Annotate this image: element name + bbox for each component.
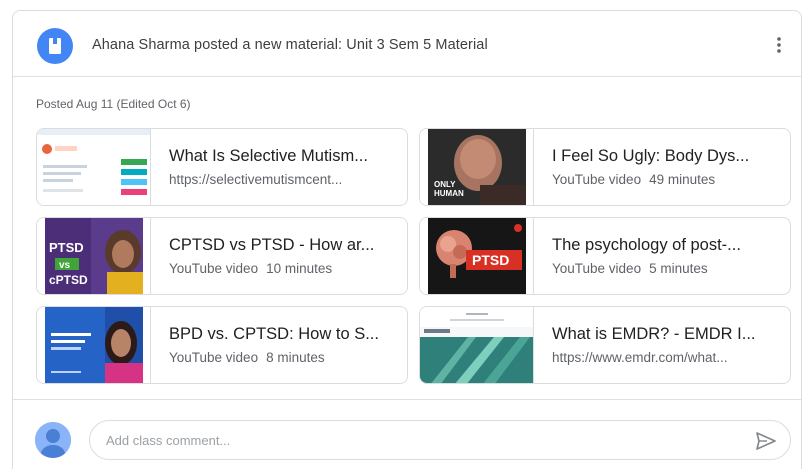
attachment-subtitle: https://selectivemutismcent... bbox=[169, 172, 343, 187]
attachment-title: What is EMDR? - EMDR I... bbox=[552, 325, 756, 343]
attachment-card[interactable]: What Is Selective Mutism... https://sele… bbox=[36, 128, 408, 206]
svg-text:ONLY: ONLY bbox=[434, 180, 456, 189]
attachment-subtitle: YouTube video 8 minutes bbox=[169, 350, 325, 365]
comment-footer bbox=[13, 399, 801, 469]
comment-box bbox=[89, 420, 791, 460]
website-thumbnail-icon bbox=[420, 307, 533, 383]
attachment-title: BPD vs. CPTSD: How to S... bbox=[169, 325, 379, 343]
attachment-title: The psychology of post-... bbox=[552, 236, 741, 254]
svg-text:cPTSD: cPTSD bbox=[49, 273, 88, 287]
posted-date: Posted Aug 11 (Edited Oct 6) bbox=[36, 97, 191, 111]
send-icon[interactable] bbox=[754, 429, 778, 453]
attachment-card[interactable]: What is EMDR? - EMDR I... https://www.em… bbox=[419, 306, 791, 384]
post-header-title: Ahana Sharma posted a new material: Unit… bbox=[92, 37, 488, 53]
video-thumbnail-icon: ONLY HUMAN bbox=[420, 129, 533, 205]
attachment-subtitle: YouTube video 5 minutes bbox=[552, 261, 708, 276]
material-icon bbox=[37, 28, 73, 64]
website-thumbnail-icon bbox=[37, 129, 150, 205]
more-vert-icon[interactable] bbox=[767, 31, 791, 59]
attachment-title: I Feel So Ugly: Body Dys... bbox=[552, 147, 750, 165]
material-post-card: Ahana Sharma posted a new material: Unit… bbox=[12, 10, 802, 469]
video-thumbnail-icon bbox=[45, 307, 143, 383]
avatar-icon bbox=[35, 422, 71, 458]
attachment-thumbnail: ONLY HUMAN bbox=[420, 129, 534, 205]
attachment-thumbnail bbox=[37, 129, 151, 205]
attachment-thumbnail: PTSD bbox=[420, 218, 534, 294]
svg-text:PTSD: PTSD bbox=[49, 240, 84, 255]
attachment-thumbnail: PTSD vs cPTSD bbox=[37, 218, 151, 294]
svg-text:vs: vs bbox=[59, 260, 71, 271]
class-comment-input[interactable] bbox=[106, 421, 746, 459]
video-thumbnail-icon: PTSD vs cPTSD bbox=[45, 218, 143, 294]
svg-text:PTSD: PTSD bbox=[472, 252, 509, 268]
attachment-subtitle: YouTube video 10 minutes bbox=[169, 261, 333, 276]
svg-text:HUMAN: HUMAN bbox=[434, 189, 464, 198]
attachment-card[interactable]: PTSD The psychology of post-... YouTube … bbox=[419, 217, 791, 295]
attachment-thumbnail bbox=[37, 307, 151, 383]
attachment-card[interactable]: ONLY HUMAN I Feel So Ugly: Body Dys... Y… bbox=[419, 128, 791, 206]
attachment-card[interactable]: PTSD vs cPTSD CPTSD vs PTSD - How ar... … bbox=[36, 217, 408, 295]
attachment-title: CPTSD vs PTSD - How ar... bbox=[169, 236, 375, 254]
attachment-subtitle: YouTube video 49 minutes bbox=[552, 172, 716, 187]
post-header[interactable]: Ahana Sharma posted a new material: Unit… bbox=[13, 11, 801, 77]
attachment-subtitle: https://www.emdr.com/what... bbox=[552, 350, 728, 365]
attachment-thumbnail bbox=[420, 307, 534, 383]
attachment-card[interactable]: BPD vs. CPTSD: How to S... YouTube video… bbox=[36, 306, 408, 384]
attachment-title: What Is Selective Mutism... bbox=[169, 147, 368, 165]
video-thumbnail-icon: PTSD bbox=[428, 218, 526, 294]
